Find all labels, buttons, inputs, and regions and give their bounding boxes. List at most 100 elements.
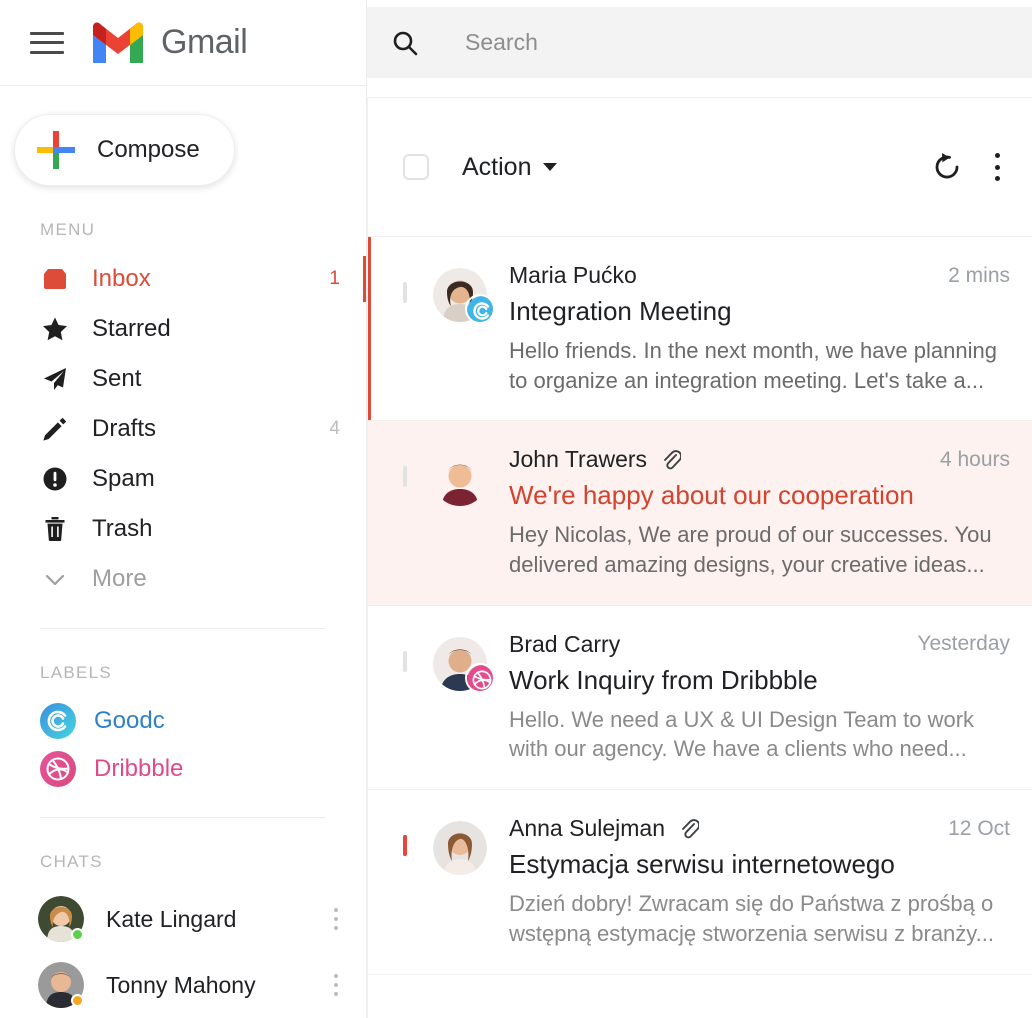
label-name: Dribbble	[94, 755, 184, 782]
chat-name: Kate Lingard	[106, 905, 237, 932]
sidebar-item-label: Drafts	[92, 415, 157, 442]
sidebar-item-label: Starred	[92, 315, 171, 342]
inbox-icon	[40, 264, 70, 294]
attachment-icon	[661, 449, 683, 471]
alert-icon	[40, 464, 70, 494]
menu-heading: MENU	[40, 220, 96, 239]
email-header: Anna Sulejman 12 Oct	[509, 815, 1010, 842]
status-dot-online	[71, 928, 84, 941]
email-sender: John Trawers	[509, 446, 648, 473]
chat-item-tonny-mahony[interactable]: Tonny Mahony	[0, 952, 366, 1018]
status-dot-away	[71, 994, 84, 1007]
email-sender: Brad Carry	[509, 630, 621, 657]
email-subject: Integration Meeting	[509, 296, 732, 326]
email-checkbox-wrap	[403, 262, 407, 395]
email-row[interactable]: Maria Pućko 2 mins Integration Meeting H…	[368, 237, 1032, 422]
dribbble-icon	[40, 751, 76, 787]
email-row-partial[interactable]	[368, 974, 1032, 1018]
email-row[interactable]: John Trawers 4 hours We're happy about o…	[368, 421, 1032, 606]
sidebar-item-label: Trash	[92, 515, 153, 542]
sidebar: Gmail Compose MENU Inbox 1 Starred Sent …	[0, 0, 366, 1018]
hamburger-icon[interactable]	[30, 31, 64, 54]
inbox-count: 1	[329, 268, 340, 289]
labels-heading: LABELS	[40, 663, 113, 682]
label-item-goodc[interactable]: Goodc	[0, 697, 366, 745]
select-all-checkbox[interactable]	[403, 154, 429, 180]
email-content: John Trawers 4 hours We're happy about o…	[509, 446, 1010, 579]
email-header: Brad Carry Yesterday	[509, 631, 1010, 658]
kebab-menu-icon[interactable]	[333, 908, 338, 930]
compose-button[interactable]: Compose	[14, 114, 235, 186]
pencil-icon	[40, 414, 70, 444]
sidebar-item-spam[interactable]: Spam	[0, 454, 366, 504]
sidebar-divider-chats	[40, 817, 326, 818]
sidebar-item-drafts[interactable]: Drafts 4	[0, 404, 366, 454]
menu-list: Inbox 1 Starred Sent Drafts 4 Spam Trash…	[0, 254, 366, 604]
email-sender: Maria Pućko	[509, 262, 637, 288]
attachment-icon	[679, 818, 701, 840]
email-checkbox-wrap	[403, 1000, 407, 1018]
email-list-panel: Action Maria Pućko 2 mins Integration Me…	[367, 97, 1032, 1018]
email-snippet: Hello friends. In the next month, we hav…	[509, 338, 997, 393]
search-bar[interactable]: Search	[367, 7, 1032, 78]
sidebar-item-sent[interactable]: Sent	[0, 354, 366, 404]
email-header: Maria Pućko 2 mins	[509, 262, 1010, 289]
chat-item-kate-lingard[interactable]: Kate Lingard	[0, 886, 366, 952]
search-input[interactable]: Search	[465, 29, 538, 56]
refresh-icon[interactable]	[930, 150, 964, 184]
email-checkbox[interactable]	[403, 835, 407, 857]
compose-area: Compose	[0, 86, 366, 186]
dribbble-icon	[465, 662, 495, 693]
email-row[interactable]: Brad Carry Yesterday Work Inquiry from D…	[368, 605, 1032, 791]
send-icon	[40, 364, 70, 394]
chats-heading: CHATS	[40, 852, 103, 871]
caret-down-icon[interactable]	[543, 163, 558, 171]
email-subject: Work Inquiry from Dribbble	[509, 664, 818, 695]
main-panel: Search Action Maria Pućko 2 mins Integra…	[366, 0, 1032, 1018]
email-time: 2 mins	[948, 263, 1010, 287]
email-time: 12 Oct	[948, 816, 1010, 840]
email-row[interactable]: Anna Sulejman 12 Oct Estymacja serwisu i…	[368, 790, 1032, 975]
email-checkbox[interactable]	[403, 650, 407, 672]
email-snippet: Hey Nicolas, We are proud of our success…	[509, 522, 992, 578]
sidebar-item-inbox[interactable]: Inbox 1	[0, 254, 366, 304]
avatar	[433, 636, 495, 693]
list-toolbar: Action	[368, 98, 1032, 237]
email-checkbox[interactable]	[403, 282, 407, 303]
email-content: Maria Pućko 2 mins Integration Meeting H…	[509, 262, 1010, 395]
trash-icon	[40, 514, 70, 544]
drafts-count: 4	[329, 418, 340, 439]
unread-indicator	[368, 237, 371, 421]
email-checkbox-wrap	[403, 631, 407, 764]
label-item-dribbble[interactable]: Dribbble	[0, 745, 366, 793]
kebab-menu-icon[interactable]	[333, 974, 338, 996]
email-time: 4 hours	[939, 447, 1010, 471]
sidebar-header: Gmail	[0, 0, 366, 86]
star-icon	[40, 314, 70, 344]
sidebar-item-starred[interactable]: Starred	[0, 304, 366, 354]
sidebar-item-label: Sent	[92, 365, 142, 392]
sidebar-item-label: Spam	[92, 465, 155, 492]
email-checkbox-wrap	[403, 446, 407, 579]
chat-name: Tonny Mahony	[106, 971, 256, 998]
gmail-logo-icon	[89, 21, 147, 65]
email-content: Anna Sulejman 12 Oct Estymacja serwisu i…	[509, 815, 1010, 948]
email-sender: Anna Sulejman	[509, 815, 665, 842]
email-snippet: Dzień dobry! Zwracam się do Państwa z pr…	[509, 891, 994, 946]
action-dropdown-label[interactable]: Action	[462, 153, 531, 182]
gmail-app: Gmail Compose MENU Inbox 1 Starred Sent …	[0, 0, 1032, 1018]
email-checkbox[interactable]	[403, 466, 407, 488]
sidebar-divider-labels	[40, 628, 326, 629]
goodc-icon	[465, 294, 495, 324]
goodc-icon	[40, 703, 76, 739]
plus-icon	[37, 131, 75, 169]
email-snippet: Hello. We need a UX & UI Design Team to …	[509, 706, 975, 762]
sidebar-item-trash[interactable]: Trash	[0, 504, 366, 554]
chevron-down-icon	[40, 564, 70, 594]
email-header: John Trawers 4 hours	[509, 446, 1010, 473]
kebab-menu-icon[interactable]	[994, 153, 1000, 181]
email-checkbox-wrap	[403, 815, 407, 948]
sidebar-item-more[interactable]: More	[0, 554, 366, 604]
email-subject: We're happy about our cooperation	[509, 480, 914, 511]
avatar	[38, 896, 84, 942]
